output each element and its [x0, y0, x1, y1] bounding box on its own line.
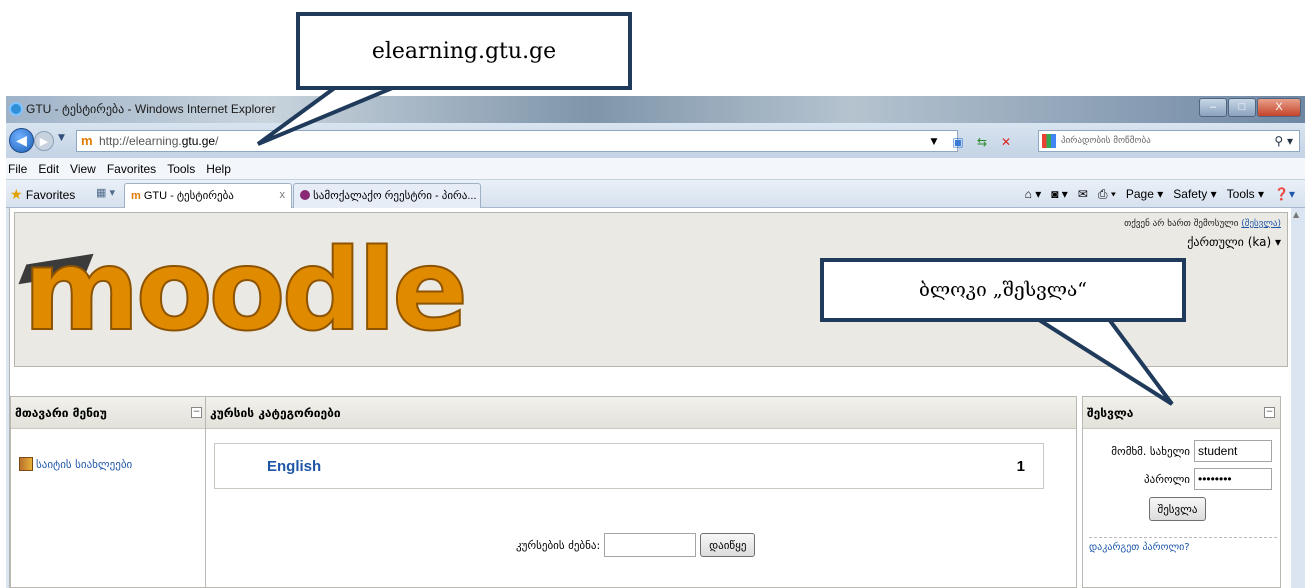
- moodle-tab-icon: m: [131, 190, 141, 202]
- login-block-title: შესვლა: [1087, 406, 1134, 420]
- url-annotation-text: elearning.gtu.ge: [371, 38, 557, 64]
- course-search-label: კურსების ძებნა:: [516, 538, 601, 552]
- login-info: თქვენ არ ხართ შემოსული (შესვლა): [1124, 219, 1281, 229]
- favorites-bar: ★ Favorites ▦ ▾ m GTU - ტესტირება x სამო…: [6, 180, 1305, 208]
- login-button[interactable]: შესვლა: [1148, 497, 1207, 521]
- url-annotation-callout: elearning.gtu.ge: [296, 12, 632, 90]
- collapse-icon[interactable]: −: [1264, 407, 1275, 418]
- menu-bar: File Edit View Favorites Tools Help: [6, 158, 1305, 180]
- news-icon: [19, 457, 33, 471]
- tab-registry-label: სამოქალაქო რეესტრი - პირა...: [313, 190, 477, 202]
- moodle-favicon-icon: m: [81, 133, 93, 148]
- username-label: მომხმ. სახელი: [1111, 444, 1190, 458]
- quick-tabs-icon[interactable]: ▦ ▾: [96, 186, 115, 199]
- url-input[interactable]: m http://elearning.gtu.ge/: [76, 130, 958, 152]
- command-bar: ⌂ ▾ ◙ ▾ ✉ ⎙ ▾ Page ▾ Safety ▾ Tools ▾ ❓▾: [1025, 187, 1295, 202]
- ie-logo-icon: [9, 102, 23, 116]
- main-menu-title: მთავარი მენიუ: [15, 406, 107, 420]
- menu-favorites[interactable]: Favorites: [107, 158, 156, 179]
- window-title: GTU - ტესტირება - Windows Internet Explo…: [26, 102, 276, 116]
- login-block: შესვლა − მომხმ. სახელი პაროლი შესვლა დაკ…: [1082, 396, 1281, 588]
- registry-tab-icon: [300, 190, 310, 200]
- search-provider-icon: [1042, 134, 1056, 148]
- category-count: 1: [1016, 458, 1025, 475]
- language-select[interactable]: ქართული (ka) ▾: [1187, 235, 1281, 249]
- password-input[interactable]: [1194, 468, 1272, 490]
- menu-file[interactable]: File: [8, 158, 27, 179]
- login-annotation-text: ბლოკი „შესვლა“: [919, 279, 1087, 301]
- main-menu-block: მთავარი მენიუ − საიტის სიახლეები: [10, 396, 208, 588]
- print-icon[interactable]: ⎙ ▾: [1098, 187, 1116, 202]
- close-tab-icon[interactable]: x: [280, 189, 286, 201]
- tab-registry[interactable]: სამოქალაქო რეესტრი - პირა...: [293, 183, 481, 208]
- course-search-input[interactable]: [604, 533, 697, 557]
- course-categories-header: კურსის კატეგორიები: [206, 397, 1076, 429]
- safety-menu[interactable]: Safety ▾: [1173, 187, 1216, 202]
- url-suffix: /: [215, 134, 219, 148]
- site-news-label: საიტის სიახლეები: [36, 458, 133, 471]
- search-placeholder: პირადობის მოწმობა: [1061, 136, 1151, 146]
- course-search-button[interactable]: დაიწყე: [700, 533, 756, 557]
- password-label: პაროლი: [1144, 472, 1190, 486]
- history-dropdown-icon[interactable]: ▼: [58, 133, 65, 143]
- course-search: კურსების ძებნა: დაიწყე: [516, 533, 756, 557]
- login-form: მომხმ. სახელი პაროლი შესვლა: [1083, 437, 1280, 521]
- menu-help[interactable]: Help: [206, 158, 231, 179]
- scrollbar-up-icon[interactable]: ▲: [1293, 210, 1303, 219]
- feeds-icon[interactable]: ◙ ▾: [1051, 187, 1068, 202]
- site-news-link[interactable]: საიტის სიახლეები: [19, 457, 132, 471]
- menu-edit[interactable]: Edit: [38, 158, 59, 179]
- login-block-header: შესვლა −: [1083, 397, 1280, 429]
- address-bar: ◀ ▶ ▼ m http://elearning.gtu.ge/ ▼ ▣ ⇆ ✕…: [6, 123, 1305, 158]
- url-prefix: http://elearning.: [99, 134, 182, 148]
- tools-menu[interactable]: Tools ▾: [1227, 187, 1264, 202]
- favorites-label: Favorites: [25, 188, 76, 202]
- menu-tools[interactable]: Tools: [167, 158, 195, 179]
- mail-icon[interactable]: ✉: [1078, 187, 1088, 202]
- back-button[interactable]: ◀: [9, 128, 34, 153]
- login-link[interactable]: (შესვლა): [1241, 219, 1281, 229]
- compatibility-view-icon[interactable]: ▣: [950, 134, 966, 150]
- category-english-link[interactable]: English: [267, 458, 321, 475]
- main-menu-header: მთავარი მენიუ −: [11, 397, 207, 429]
- tab-gtu[interactable]: m GTU - ტესტირება x: [124, 183, 292, 208]
- address-dropdown-icon[interactable]: ▼: [926, 134, 942, 150]
- menu-view[interactable]: View: [70, 158, 96, 179]
- tab-gtu-label: GTU - ტესტირება: [143, 190, 234, 202]
- url-domain: gtu.ge: [181, 134, 216, 148]
- course-categories-block: კურსის კატეგორიები English 1 კურსების ძე…: [205, 396, 1077, 588]
- username-input[interactable]: [1194, 440, 1272, 462]
- maximize-button[interactable]: □: [1228, 98, 1256, 117]
- title-bar: GTU - ტესტირება - Windows Internet Explo…: [6, 96, 1305, 123]
- login-annotation-callout: ბლოკი „შესვლა“: [820, 258, 1186, 322]
- language-value: ქართული (ka): [1187, 235, 1272, 249]
- home-icon[interactable]: ⌂ ▾: [1025, 187, 1042, 202]
- close-button[interactable]: X: [1257, 98, 1301, 117]
- minimize-button[interactable]: –: [1199, 98, 1227, 117]
- help-icon[interactable]: ❓▾: [1274, 187, 1295, 202]
- page-menu[interactable]: Page ▾: [1126, 187, 1163, 202]
- collapse-icon[interactable]: −: [191, 407, 202, 418]
- forgot-password-link[interactable]: დაკარგეთ პაროლი?: [1089, 537, 1277, 553]
- category-row: English 1: [214, 443, 1044, 489]
- forward-button[interactable]: ▶: [34, 131, 54, 151]
- star-icon: ★: [10, 186, 23, 202]
- refresh-icon[interactable]: ⇆: [974, 134, 990, 150]
- login-info-text: თქვენ არ ხართ შემოსული: [1124, 219, 1239, 229]
- favorites-button[interactable]: ★ Favorites: [10, 186, 75, 203]
- course-categories-title: კურსის კატეგორიები: [210, 406, 341, 420]
- search-input[interactable]: პირადობის მოწმობა ⚲ ▾: [1038, 130, 1300, 152]
- moodle-logo[interactable]: moodle: [22, 234, 469, 348]
- search-icon[interactable]: ⚲ ▾: [1274, 131, 1293, 151]
- stop-icon[interactable]: ✕: [998, 134, 1014, 150]
